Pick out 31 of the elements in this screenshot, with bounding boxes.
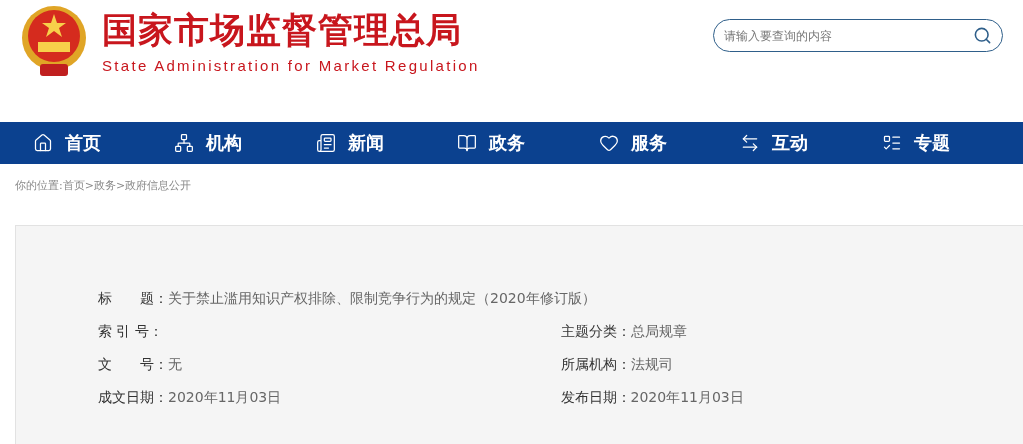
field-label: 成文日期：: [98, 388, 168, 407]
home-icon: [33, 133, 53, 153]
sitemap-icon: [174, 133, 195, 153]
heart-icon: [598, 133, 619, 153]
field-value: 法规司: [630, 355, 673, 374]
field-label: 文 号：: [98, 355, 168, 374]
field-value: 无: [168, 355, 182, 374]
nav-link[interactable]: 机构: [174, 131, 316, 155]
field-label: 所属机构：: [560, 355, 631, 374]
book-icon: [457, 133, 478, 153]
field-label: 发布日期：: [560, 388, 631, 407]
field-label: 标 题：: [98, 289, 168, 308]
field-label: 主题分类：: [560, 322, 631, 341]
breadcrumb: 你的位置:首页>政务>政府信息公开: [15, 179, 192, 192]
nav-link[interactable]: 专题: [881, 131, 1023, 155]
field-value: 2020年11月03日: [630, 388, 744, 407]
search-field[interactable]: 请输入要查询的内容: [713, 19, 1003, 52]
field-label: 索 引 号：: [98, 322, 163, 341]
nav-link[interactable]: 互动: [740, 131, 882, 155]
site-title: 国家市场监督管理总局: [102, 8, 463, 51]
nav-link[interactable]: 政务: [457, 131, 599, 155]
field-value: 关于禁止滥用知识产权排除、限制竞争行为的规定（2020年修订版）: [168, 289, 596, 308]
nav-link[interactable]: 新闻: [315, 131, 458, 155]
search-icon[interactable]: [973, 26, 992, 45]
field-value: 2020年11月03日: [168, 388, 282, 407]
newspaper-icon: [315, 133, 336, 153]
field-value: 总局规章: [630, 322, 687, 341]
nav-link[interactable]: 首页: [33, 131, 175, 155]
site-subtitle: State Administration for Market Regulation: [102, 56, 480, 74]
nav-link[interactable]: 服务: [598, 131, 741, 155]
emblem-icon: [20, 4, 88, 78]
